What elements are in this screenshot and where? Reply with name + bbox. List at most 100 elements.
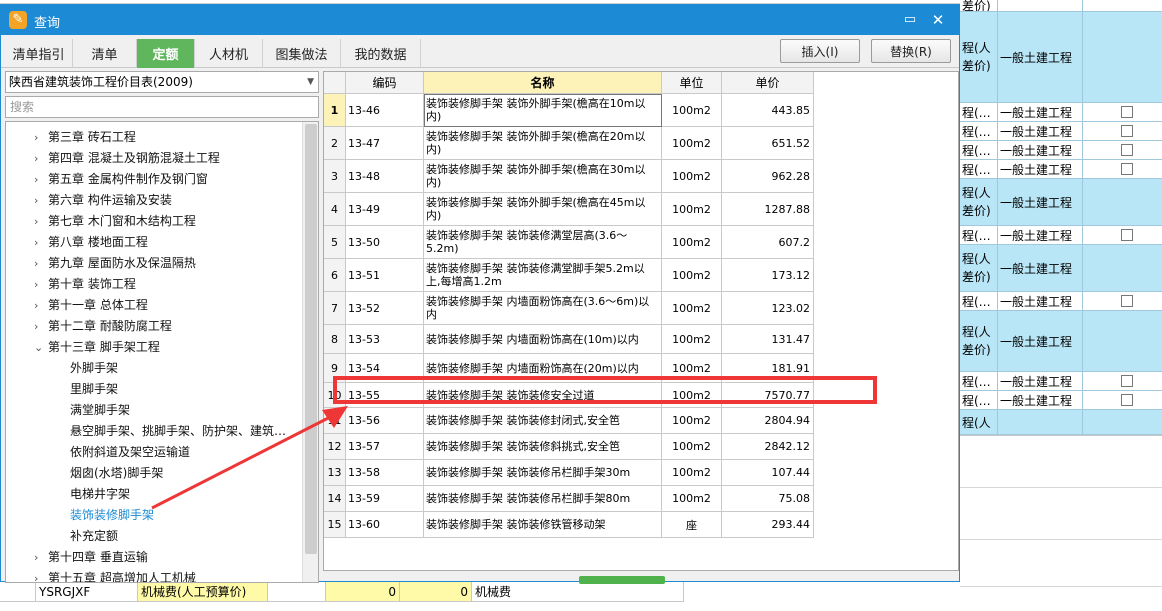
tree-chapter[interactable]: › 第七章 木门窗和木结构工程 (34, 211, 196, 231)
tab-labor-material-machine[interactable]: 人材机 (195, 39, 263, 68)
row-index[interactable]: 2 (324, 127, 346, 160)
tab-atlas-method[interactable]: 图集做法 (263, 39, 341, 68)
code-cell[interactable]: 13-52 (346, 292, 424, 325)
name-cell[interactable]: 装饰装修脚手架 内墙面粉饰高在(3.6～6m)以内 (424, 292, 662, 325)
unit-cell[interactable]: 100m2 (662, 460, 722, 486)
row-index[interactable]: 14 (324, 486, 346, 512)
bg-checkbox[interactable] (1121, 394, 1133, 406)
header-code[interactable]: 编码 (346, 72, 424, 94)
tree-chapter[interactable]: › 第八章 楼地面工程 (34, 232, 148, 252)
bg-checkbox[interactable] (1121, 106, 1133, 118)
table-row[interactable]: 4 13-49 装饰装修脚手架 装饰外脚手架(檐高在45m以内) 100m2 1287.… (324, 193, 814, 226)
tree-item[interactable]: 悬空脚手架、挑脚手架、防护架、建筑… (70, 421, 286, 441)
chevron-right-icon[interactable]: › (34, 233, 48, 253)
chevron-right-icon[interactable]: › (34, 191, 48, 211)
bg-checkbox[interactable] (1121, 295, 1133, 307)
chevron-right-icon[interactable]: › (34, 254, 48, 274)
name-cell[interactable]: 装饰装修脚手架 装饰装修满堂层高(3.6～5.2m) (424, 226, 662, 259)
code-cell[interactable]: 13-57 (346, 434, 424, 460)
search-input[interactable] (5, 96, 319, 118)
unit-cell[interactable]: 100m2 (662, 486, 722, 512)
code-cell[interactable]: 13-53 (346, 325, 424, 354)
price-cell[interactable]: 1287.88 (722, 193, 814, 226)
maximize-button[interactable]: ▭ (899, 10, 921, 30)
bg-checkbox[interactable] (1121, 375, 1133, 387)
tree-chapter[interactable]: › 第十一章 总体工程 (34, 295, 148, 315)
tree-chapter[interactable]: › 第三章 砖石工程 (34, 127, 136, 147)
tab-quota[interactable]: 定额 (137, 39, 195, 68)
price-cell[interactable]: 173.12 (722, 259, 814, 292)
header-price[interactable]: 单价 (722, 72, 814, 94)
chevron-right-icon[interactable]: › (34, 317, 48, 337)
row-index[interactable]: 15 (324, 512, 346, 538)
table-row[interactable]: 5 13-50 装饰装修脚手架 装饰装修满堂层高(3.6～5.2m) 100m2 607… (324, 226, 814, 259)
row-index[interactable]: 4 (324, 193, 346, 226)
table-row[interactable]: 15 13-60 装饰装修脚手架 装饰装修铁管移动架座 293.44 (324, 512, 814, 538)
insert-button[interactable]: 插入(I) (780, 39, 860, 63)
table-row[interactable]: 7 13-52 装饰装修脚手架 内墙面粉饰高在(3.6～6m)以内 100m2 123.… (324, 292, 814, 325)
unit-cell[interactable]: 100m2 (662, 325, 722, 354)
name-cell[interactable]: 装饰装修脚手架 装饰外脚手架(檐高在20m以内) (424, 127, 662, 160)
table-row[interactable]: 13 13-58 装饰装修脚手架 装饰装修吊栏脚手架30m 100m2 107.44 (324, 460, 814, 486)
table-row[interactable]: 12 13-57 装饰装修脚手架 装饰装修斜挑式,安全笆 100m2 2842.12 (324, 434, 814, 460)
table-row[interactable]: 1 13-46 装饰装修脚手架 装饰外脚手架(檐高在10m以内) 100m2 443.8… (324, 94, 814, 127)
chevron-right-icon[interactable]: › (34, 170, 48, 190)
unit-cell[interactable]: 100m2 (662, 408, 722, 434)
chevron-right-icon[interactable]: › (34, 296, 48, 316)
price-cell[interactable]: 2804.94 (722, 408, 814, 434)
name-cell[interactable]: 装饰装修脚手架 装饰装修吊栏脚手架30m (424, 460, 662, 486)
row-index[interactable]: 7 (324, 292, 346, 325)
replace-button[interactable]: 替换(R) (871, 39, 951, 63)
unit-cell[interactable]: 100m2 (662, 226, 722, 259)
price-cell[interactable]: 2842.12 (722, 434, 814, 460)
chevron-right-icon[interactable]: › (34, 149, 48, 169)
table-row[interactable]: 2 13-47 装饰装修脚手架 装饰外脚手架(檐高在20m以内) 100m2 651.5… (324, 127, 814, 160)
name-cell[interactable]: 装饰装修脚手架 装饰装修吊栏脚手架80m (424, 486, 662, 512)
price-cell[interactable]: 607.2 (722, 226, 814, 259)
code-cell[interactable]: 13-58 (346, 460, 424, 486)
chevron-right-icon[interactable]: › (34, 569, 48, 582)
name-cell[interactable]: 装饰装修脚手架 装饰外脚手架(檐高在45m以内) (424, 193, 662, 226)
row-index[interactable]: 1 (324, 94, 346, 127)
row-index[interactable]: 6 (324, 259, 346, 292)
tree-chapter[interactable]: › 第十四章 垂直运输 (34, 547, 148, 567)
unit-cell[interactable]: 100m2 (662, 127, 722, 160)
chevron-right-icon[interactable]: › (34, 128, 48, 148)
code-cell[interactable]: 13-48 (346, 160, 424, 193)
grid-scroll-handle[interactable] (579, 576, 665, 584)
library-select[interactable]: 陕西省建筑装饰工程价目表(2009) ▼ (5, 71, 319, 93)
tab-list-guide[interactable]: 清单指引 (5, 39, 73, 68)
unit-cell[interactable]: 100m2 (662, 292, 722, 325)
table-row[interactable]: 8 13-53 装饰装修脚手架 内墙面粉饰高在(10m)以内 100m2 131.47 (324, 325, 814, 354)
code-cell[interactable]: 13-60 (346, 512, 424, 538)
tree-item[interactable]: 外脚手架 (70, 358, 118, 378)
tree-item[interactable]: 补充定额 (70, 526, 118, 546)
name-cell[interactable]: 装饰装修脚手架 内墙面粉饰高在(10m)以内 (424, 325, 662, 354)
tree-chapter[interactable]: › 第十五章 超高增加人工机械 (34, 568, 196, 582)
title-bar[interactable]: ✎ 查询 ▭ ✕ (1, 5, 959, 35)
tab-my-data[interactable]: 我的数据 (341, 39, 421, 68)
tree-chapter[interactable]: › 第五章 金属构件制作及钢门窗 (34, 169, 208, 189)
row-index[interactable]: 11 (324, 408, 346, 434)
tree-item[interactable]: 里脚手架 (70, 379, 118, 399)
tab-list[interactable]: 清单 (73, 39, 137, 68)
bg-checkbox[interactable] (1121, 229, 1133, 241)
code-cell[interactable]: 13-47 (346, 127, 424, 160)
tree-item[interactable]: 烟囱(水塔)脚手架 (70, 463, 163, 483)
tree-item[interactable]: 电梯井字架 (70, 484, 130, 504)
unit-cell[interactable]: 100m2 (662, 193, 722, 226)
row-index[interactable]: 5 (324, 226, 346, 259)
tree-chapter[interactable]: › 第四章 混凝土及钢筋混凝土工程 (34, 148, 220, 168)
tree-chapter[interactable]: › 第十二章 耐酸防腐工程 (34, 316, 172, 336)
unit-cell[interactable]: 100m2 (662, 259, 722, 292)
bg-checkbox[interactable] (1121, 125, 1133, 137)
table-row[interactable]: 6 13-51 装饰装修脚手架 装饰装修满堂脚手架5.2m以上,每增高1.2m 100… (324, 259, 814, 292)
tree-item[interactable]: 装饰装修脚手架 (70, 505, 154, 525)
unit-cell[interactable]: 座 (662, 512, 722, 538)
name-cell[interactable]: 装饰装修脚手架 装饰外脚手架(檐高在10m以内) (424, 94, 662, 127)
table-row[interactable]: 14 13-59 装饰装修脚手架 装饰装修吊栏脚手架80m 100m2 75.08 (324, 486, 814, 512)
chevron-right-icon[interactable]: › (34, 548, 48, 568)
code-cell[interactable]: 13-59 (346, 486, 424, 512)
row-index[interactable]: 12 (324, 434, 346, 460)
tree-scrollbar-thumb[interactable] (305, 124, 317, 554)
